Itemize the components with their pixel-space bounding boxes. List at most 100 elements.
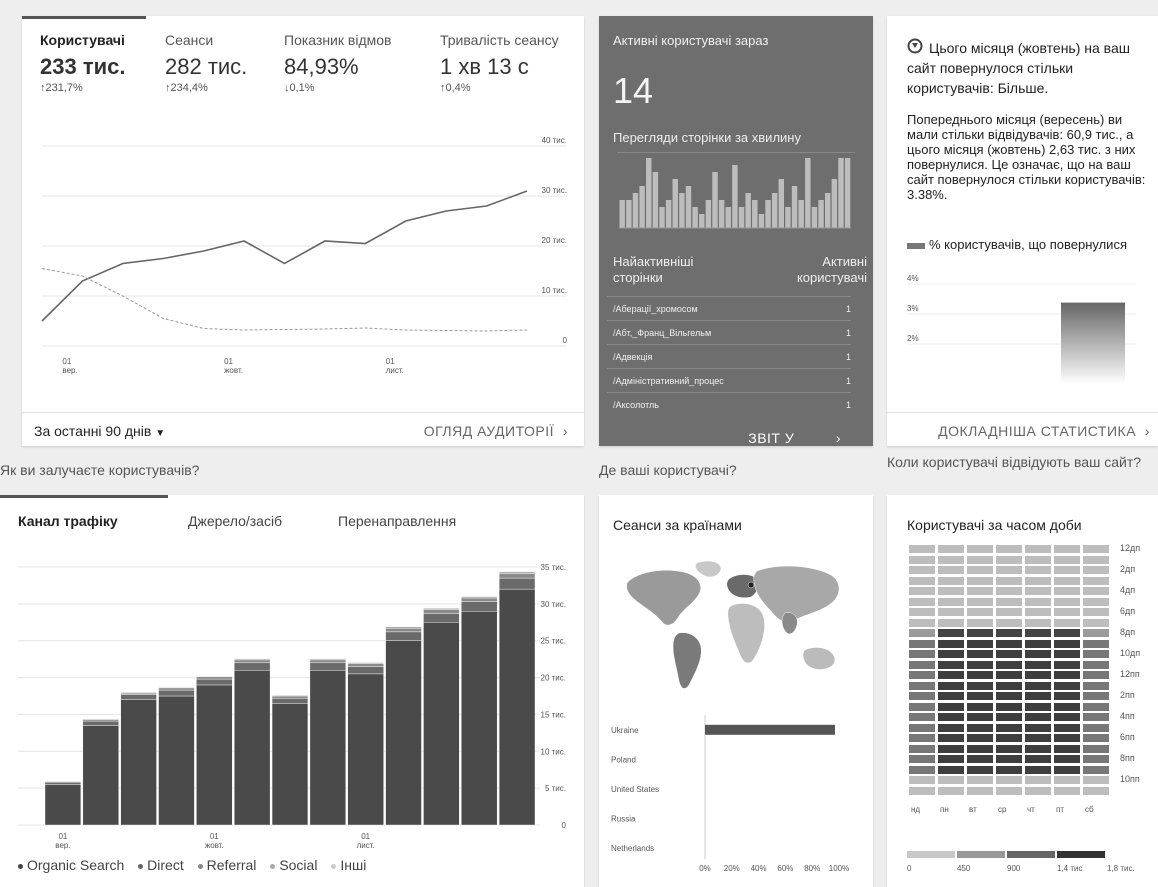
heatmap-cell[interactable] xyxy=(967,671,993,679)
heatmap-cell[interactable] xyxy=(996,702,1022,711)
heatmap-cell[interactable] xyxy=(967,566,993,574)
heatmap-cell[interactable] xyxy=(1083,734,1109,742)
heatmap-cell[interactable] xyxy=(909,702,935,711)
heatmap-cell[interactable] xyxy=(996,734,1022,742)
legend-other[interactable]: Інші xyxy=(331,857,366,873)
heatmap-cell[interactable] xyxy=(1083,692,1109,700)
heatmap-cell[interactable] xyxy=(996,639,1022,648)
heatmap-cell[interactable] xyxy=(909,755,935,763)
metric-session-duration[interactable]: Тривалість сеансу 1 хв 13 с ↑0,4% xyxy=(440,32,559,94)
tab-channel[interactable]: Канал трафіку xyxy=(18,513,118,529)
heatmap-cell[interactable] xyxy=(938,765,964,774)
heatmap-cell[interactable] xyxy=(1083,755,1109,763)
heatmap-cell[interactable] xyxy=(938,545,964,553)
metric-bounce-rate[interactable]: Показник відмов 84,93% ↓0,1% xyxy=(284,32,391,94)
page-path[interactable]: /Аксолотль xyxy=(613,400,659,410)
heatmap-cell[interactable] xyxy=(909,576,935,585)
heatmap-cell[interactable] xyxy=(938,629,964,637)
heatmap-cell[interactable] xyxy=(1054,618,1080,627)
top-page-row[interactable]: /Адвекція 1 xyxy=(607,344,851,368)
heatmap-cell[interactable] xyxy=(1083,744,1109,753)
heatmap-cell[interactable] xyxy=(996,786,1022,795)
heatmap-cell[interactable] xyxy=(967,545,993,553)
heatmap-cell[interactable] xyxy=(1054,723,1080,732)
page-path[interactable]: /Адміністративний_процес xyxy=(613,376,724,386)
heatmap-cell[interactable] xyxy=(938,608,964,616)
heatmap-cell[interactable] xyxy=(1025,755,1051,763)
heatmap-cell[interactable] xyxy=(1025,618,1051,627)
heatmap-cell[interactable] xyxy=(967,786,993,795)
heatmap-cell[interactable] xyxy=(938,755,964,763)
world-map[interactable] xyxy=(617,553,857,703)
heatmap-cell[interactable] xyxy=(1083,618,1109,627)
heatmap-cell[interactable] xyxy=(909,734,935,742)
heatmap-cell[interactable] xyxy=(967,692,993,700)
heatmap-cell[interactable] xyxy=(1025,566,1051,574)
heatmap-cell[interactable] xyxy=(909,618,935,627)
heatmap-cell[interactable] xyxy=(909,545,935,553)
top-page-row[interactable]: /Аберації_хромосом 1 xyxy=(607,296,851,320)
heatmap-cell[interactable] xyxy=(1083,608,1109,616)
heatmap-cell[interactable] xyxy=(1054,555,1080,564)
heatmap-cell[interactable] xyxy=(909,713,935,721)
heatmap-cell[interactable] xyxy=(1083,702,1109,711)
heatmap-cell[interactable] xyxy=(1025,786,1051,795)
page-path[interactable]: /Адвекція xyxy=(613,352,652,362)
heatmap-cell[interactable] xyxy=(967,555,993,564)
heatmap-cell[interactable] xyxy=(909,692,935,700)
heatmap-cell[interactable] xyxy=(1054,786,1080,795)
heatmap-cell[interactable] xyxy=(996,713,1022,721)
heatmap-cell[interactable] xyxy=(1025,555,1051,564)
heatmap-cell[interactable] xyxy=(1054,776,1080,784)
heatmap-cell[interactable] xyxy=(909,650,935,658)
heatmap-cell[interactable] xyxy=(909,765,935,774)
heatmap-cell[interactable] xyxy=(1054,576,1080,585)
heatmap-cell[interactable] xyxy=(1083,555,1109,564)
heatmap-cell[interactable] xyxy=(909,597,935,606)
heatmap-cell[interactable] xyxy=(938,786,964,795)
heatmap-cell[interactable] xyxy=(909,786,935,795)
audience-overview-link[interactable]: ОГЛЯД АУДИТОРІЇ › xyxy=(424,423,568,439)
heatmap-cell[interactable] xyxy=(967,734,993,742)
heatmap-cell[interactable] xyxy=(909,608,935,616)
heatmap-cell[interactable] xyxy=(996,744,1022,753)
heatmap-cell[interactable] xyxy=(1083,597,1109,606)
heatmap-cell[interactable] xyxy=(938,713,964,721)
heatmap-cell[interactable] xyxy=(1025,576,1051,585)
heatmap-cell[interactable] xyxy=(1025,639,1051,648)
heatmap-cell[interactable] xyxy=(996,545,1022,553)
heatmap-cell[interactable] xyxy=(1083,713,1109,721)
heatmap-cell[interactable] xyxy=(1083,545,1109,553)
heatmap-cell[interactable] xyxy=(967,597,993,606)
heatmap-cell[interactable] xyxy=(996,671,1022,679)
heatmap-cell[interactable] xyxy=(1054,629,1080,637)
heatmap-cell[interactable] xyxy=(1025,660,1051,669)
heatmap-cell[interactable] xyxy=(1083,786,1109,795)
heatmap-cell[interactable] xyxy=(1025,608,1051,616)
heatmap-cell[interactable] xyxy=(1054,671,1080,679)
heatmap-cell[interactable] xyxy=(996,629,1022,637)
page-path[interactable]: /Абт,_Франц_Вільгельм xyxy=(613,328,711,338)
heatmap-cell[interactable] xyxy=(1054,650,1080,658)
heatmap-cell[interactable] xyxy=(938,576,964,585)
heatmap-cell[interactable] xyxy=(1054,681,1080,690)
heatmap-cell[interactable] xyxy=(1025,776,1051,784)
heatmap-cell[interactable] xyxy=(1054,587,1080,595)
legend-social[interactable]: Social xyxy=(270,857,317,873)
heatmap-cell[interactable] xyxy=(967,702,993,711)
heatmap-cell[interactable] xyxy=(909,681,935,690)
heatmap-cell[interactable] xyxy=(996,566,1022,574)
heatmap-cell[interactable] xyxy=(938,639,964,648)
date-range-dropdown[interactable]: За останні 90 днів ▼ xyxy=(34,423,165,439)
heatmap-cell[interactable] xyxy=(967,660,993,669)
heatmap-cell[interactable] xyxy=(1025,545,1051,553)
heatmap-cell[interactable] xyxy=(1025,629,1051,637)
heatmap-cell[interactable] xyxy=(1025,671,1051,679)
tab-referrals[interactable]: Перенаправлення xyxy=(338,513,456,529)
heatmap-cell[interactable] xyxy=(1083,639,1109,648)
heatmap-cell[interactable] xyxy=(938,776,964,784)
heatmap-cell[interactable] xyxy=(1054,639,1080,648)
heatmap-cell[interactable] xyxy=(967,639,993,648)
heatmap-cell[interactable] xyxy=(1054,765,1080,774)
realtime-report-link[interactable]: ЗВІТ У РЕАЛЬНОМУ ЧАСІ › xyxy=(748,421,857,446)
